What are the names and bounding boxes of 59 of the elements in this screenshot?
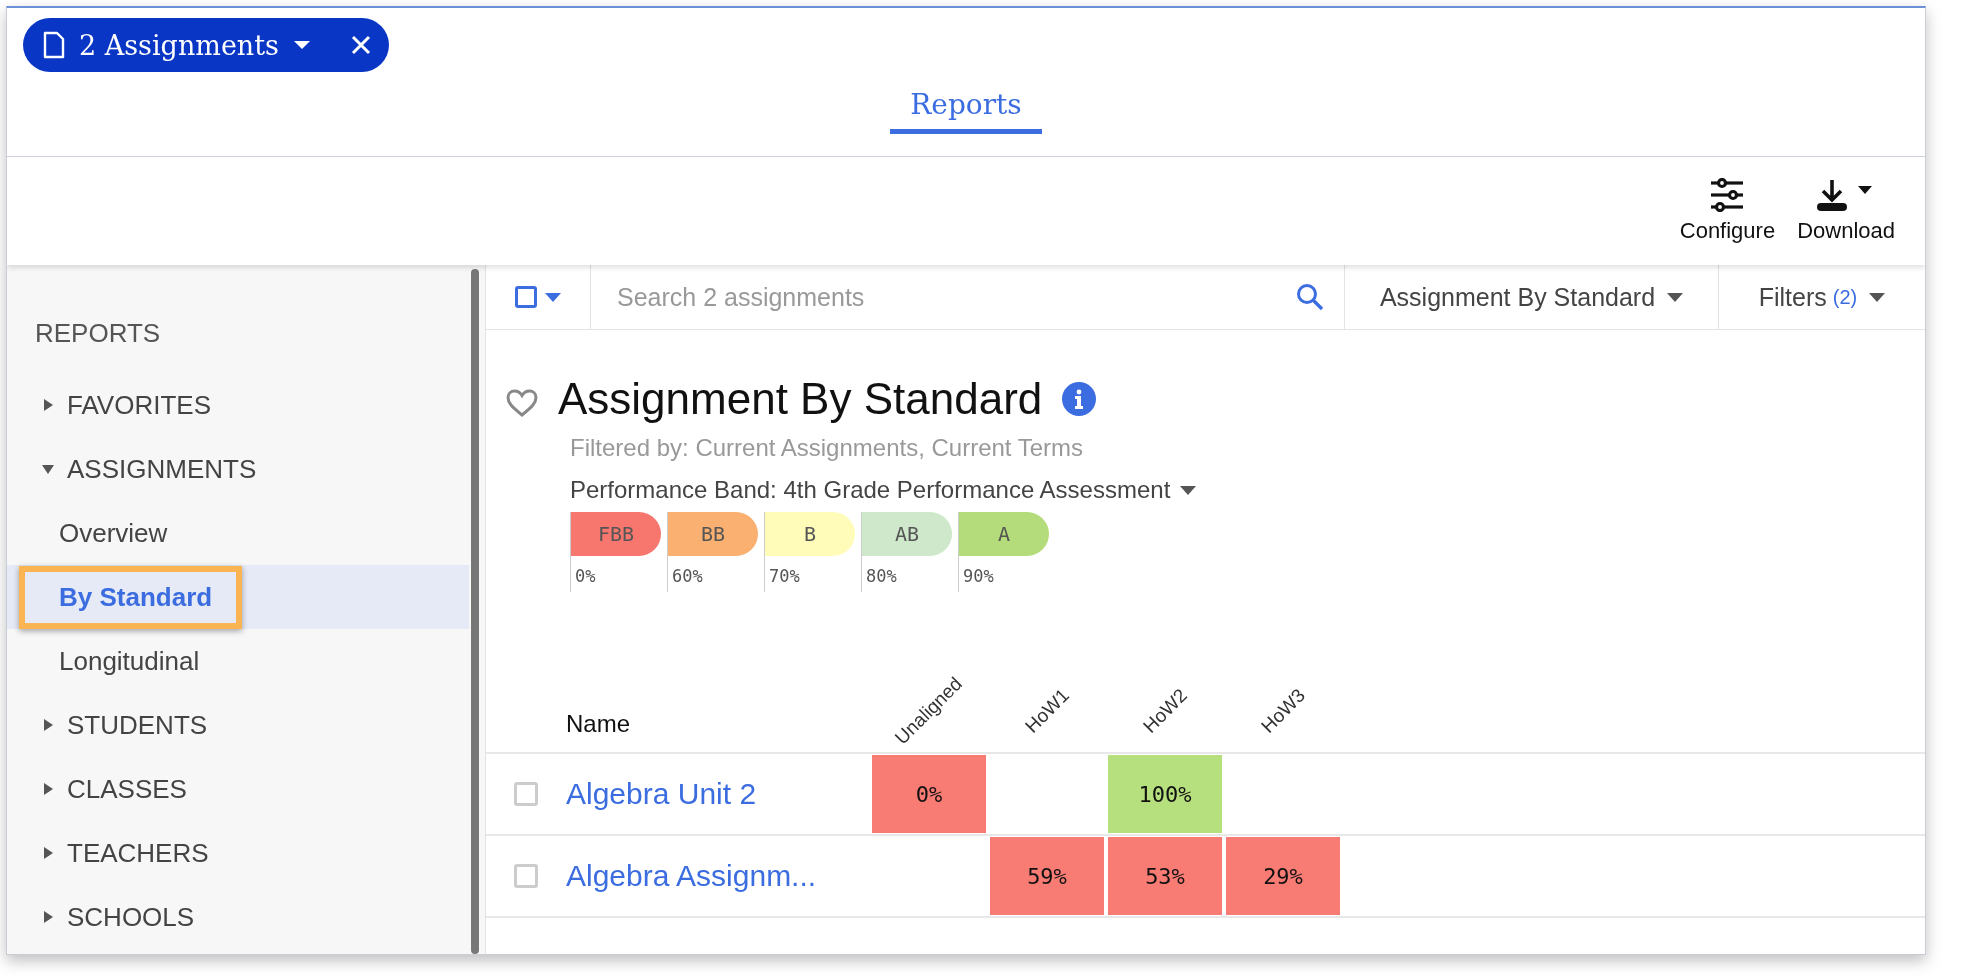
score-cell: 100% xyxy=(1108,755,1222,833)
sidebar-section[interactable]: ASSIGNMENTS xyxy=(7,437,485,501)
caret-icon xyxy=(41,910,55,924)
close-icon xyxy=(350,35,371,55)
filters-dropdown[interactable]: Filters (2) xyxy=(1719,265,1925,329)
sidebar-section[interactable]: TEACHERS xyxy=(7,821,485,885)
column-header: Name xyxy=(566,710,632,739)
caret-icon xyxy=(545,292,561,302)
caret-icon xyxy=(41,782,55,796)
search-field[interactable]: Search 2 assignments xyxy=(615,281,1286,313)
document-icon xyxy=(43,31,65,59)
performance-band-dropdown[interactable]: Performance Band: 4th Grade Performance Assessment xyxy=(570,476,1197,504)
search-icon xyxy=(1296,283,1324,311)
sidebar-item[interactable]: By Standard xyxy=(19,565,243,629)
scrollbar[interactable] xyxy=(471,269,479,954)
sidebar-section[interactable]: FAVORITES xyxy=(7,373,485,437)
score-cell: 59% xyxy=(990,837,1104,915)
heart-icon[interactable] xyxy=(506,389,538,417)
caret-icon xyxy=(41,462,55,476)
assignments-chip[interactable]: 2 Assignments xyxy=(23,18,389,72)
band-label: FBB xyxy=(571,512,661,556)
band-threshold: 60% xyxy=(671,565,704,588)
band-threshold: 0% xyxy=(574,565,597,588)
assignment-link[interactable]: Algebra Assignm... xyxy=(566,859,817,892)
band-threshold: 90% xyxy=(962,565,995,588)
band-label: B xyxy=(765,512,855,556)
sliders-icon xyxy=(1709,178,1746,212)
row-checkbox[interactable] xyxy=(514,864,538,888)
band-threshold: 70% xyxy=(768,565,801,588)
caret-icon xyxy=(1869,292,1886,302)
score-cell: 53% xyxy=(1108,837,1222,915)
row-checkbox[interactable] xyxy=(514,782,538,806)
report-title: Assignment By Standard xyxy=(558,374,1043,424)
caret-icon xyxy=(292,40,311,50)
band-label: A xyxy=(959,512,1049,556)
band-label: AB xyxy=(862,512,952,556)
score-cell: 0% xyxy=(872,755,986,833)
view-dropdown[interactable]: Assignment By Standard xyxy=(1345,265,1719,329)
filter-summary: Filtered by: Current Assignments, Current Terms xyxy=(570,434,1085,462)
info-icon[interactable] xyxy=(1062,382,1097,416)
caret-icon xyxy=(1180,485,1197,495)
select-all-checkbox[interactable] xyxy=(515,286,537,308)
band-label: BB xyxy=(668,512,758,556)
caret-icon xyxy=(41,718,55,732)
reports-tab[interactable]: Reports xyxy=(890,84,1042,134)
configure-button[interactable]: Configure xyxy=(1679,178,1776,244)
sidebar-item[interactable]: Longitudinal xyxy=(25,635,224,687)
caret-icon xyxy=(41,398,55,412)
caret-icon xyxy=(1667,292,1684,302)
sidebar-item[interactable]: Overview xyxy=(25,507,192,559)
download-button[interactable]: Download xyxy=(1797,178,1895,244)
sidebar-section[interactable]: STUDENTS xyxy=(7,693,485,757)
caret-icon xyxy=(41,846,55,860)
band-threshold: 80% xyxy=(865,565,898,588)
sidebar-heading: REPORTS xyxy=(34,317,162,350)
assignment-link[interactable]: Algebra Unit 2 xyxy=(566,777,757,810)
sidebar-section[interactable]: CLASSES xyxy=(7,757,485,821)
score-cell: 29% xyxy=(1226,837,1340,915)
sidebar-section[interactable]: SCHOOLS xyxy=(7,885,485,949)
